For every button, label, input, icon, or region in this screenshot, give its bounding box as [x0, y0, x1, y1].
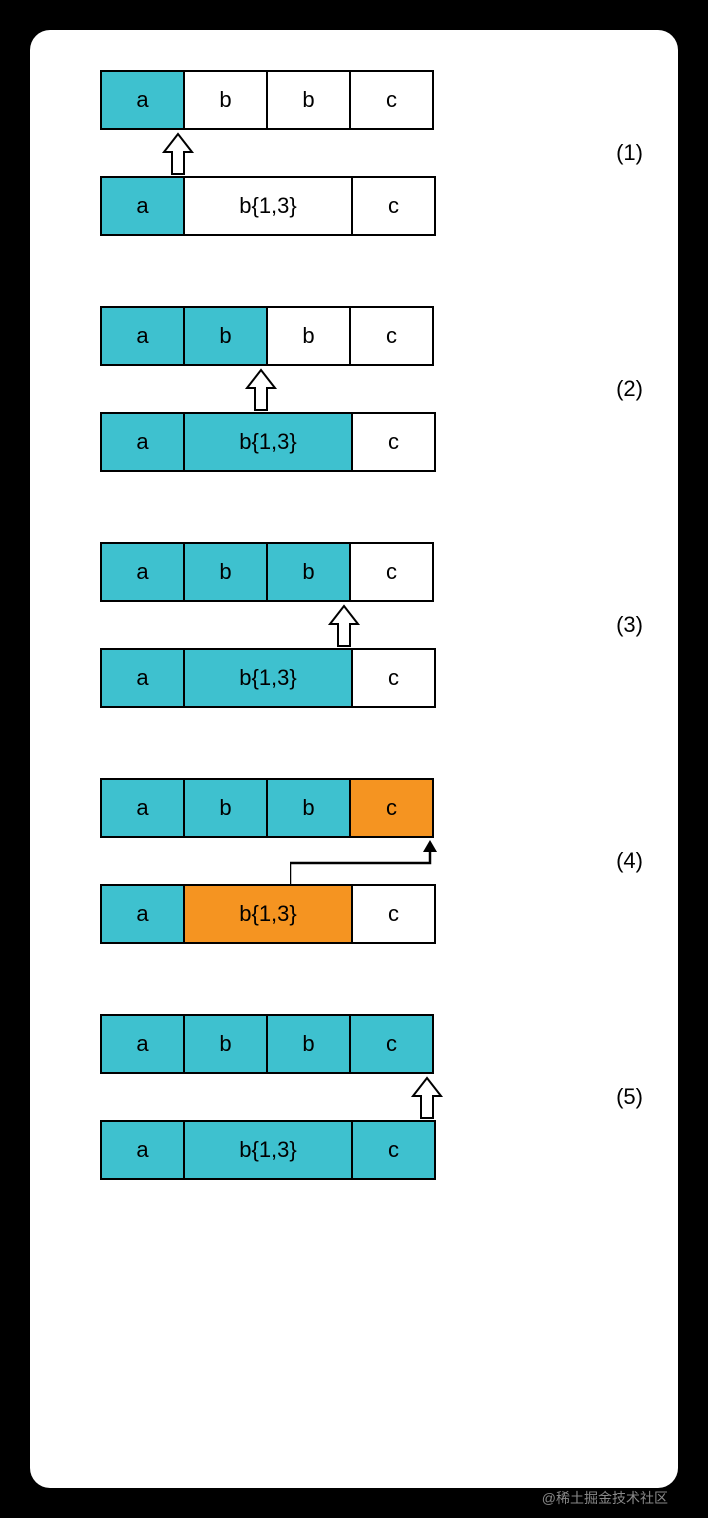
- input-row: a b b c: [100, 1014, 648, 1074]
- watermark-text: @稀土掘金技术社区: [542, 1488, 668, 1508]
- input-cell: a: [100, 542, 185, 602]
- pattern-cell: b{1,3}: [183, 176, 353, 236]
- step-5: a b b c a b{1,3} c (5): [60, 1014, 648, 1180]
- input-cell: b: [266, 778, 351, 838]
- pattern-cell: b{1,3}: [183, 1120, 353, 1180]
- input-cell: b: [183, 778, 268, 838]
- step-label: (4): [616, 848, 643, 874]
- pattern-cell: c: [351, 1120, 436, 1180]
- pattern-row: a b{1,3} c: [100, 1120, 648, 1180]
- input-cell: b: [266, 70, 351, 130]
- pattern-cell: b{1,3}: [183, 648, 353, 708]
- step-3: a b b c a b{1,3} c (3): [60, 542, 648, 708]
- input-cell: b: [266, 542, 351, 602]
- step-1: a b b c a b{1,3} c (1): [60, 70, 648, 236]
- input-cell: c: [349, 542, 434, 602]
- pattern-cell: b{1,3}: [183, 412, 353, 472]
- pattern-cell: c: [351, 176, 436, 236]
- input-cell: a: [100, 778, 185, 838]
- input-cell: b: [266, 306, 351, 366]
- arrow-up-icon: [409, 1076, 445, 1120]
- input-cell: b: [183, 542, 268, 602]
- step-label: (3): [616, 612, 643, 638]
- pattern-cell: c: [351, 412, 436, 472]
- pattern-row: a b{1,3} c: [100, 412, 648, 472]
- pattern-cell: a: [100, 176, 185, 236]
- step-label: (5): [616, 1084, 643, 1110]
- pattern-cell: c: [351, 648, 436, 708]
- step-4: a b b c a b{1,3} c (4): [60, 778, 648, 944]
- input-cell: c: [349, 778, 434, 838]
- pattern-cell: a: [100, 412, 185, 472]
- input-cell: c: [349, 306, 434, 366]
- pattern-cell: a: [100, 1120, 185, 1180]
- input-cell: b: [183, 70, 268, 130]
- input-cell: c: [349, 70, 434, 130]
- input-row: a b b c: [100, 542, 648, 602]
- diagram-card: a b b c a b{1,3} c (1) a b b c a b{1,3} …: [30, 30, 678, 1488]
- arrow-up-icon: [160, 132, 196, 176]
- pattern-cell: b{1,3}: [183, 884, 353, 944]
- pattern-cell: c: [351, 884, 436, 944]
- input-cell: a: [100, 1014, 185, 1074]
- step-label: (1): [616, 140, 643, 166]
- step-label: (2): [616, 376, 643, 402]
- arrow-up-icon: [326, 604, 362, 648]
- input-row: a b b c: [100, 778, 648, 838]
- pattern-row: a b{1,3} c: [100, 884, 648, 944]
- input-cell: b: [183, 306, 268, 366]
- input-cell: a: [100, 306, 185, 366]
- input-cell: a: [100, 70, 185, 130]
- pattern-cell: a: [100, 884, 185, 944]
- pattern-cell: a: [100, 648, 185, 708]
- backtrack-arrow-icon: [290, 838, 460, 893]
- input-cell: c: [349, 1014, 434, 1074]
- input-cell: b: [266, 1014, 351, 1074]
- step-2: a b b c a b{1,3} c (2): [60, 306, 648, 472]
- input-row: a b b c: [100, 306, 648, 366]
- pattern-row: a b{1,3} c: [100, 648, 648, 708]
- arrow-up-icon: [243, 368, 279, 412]
- input-row: a b b c: [100, 70, 648, 130]
- input-cell: b: [183, 1014, 268, 1074]
- pattern-row: a b{1,3} c: [100, 176, 648, 236]
